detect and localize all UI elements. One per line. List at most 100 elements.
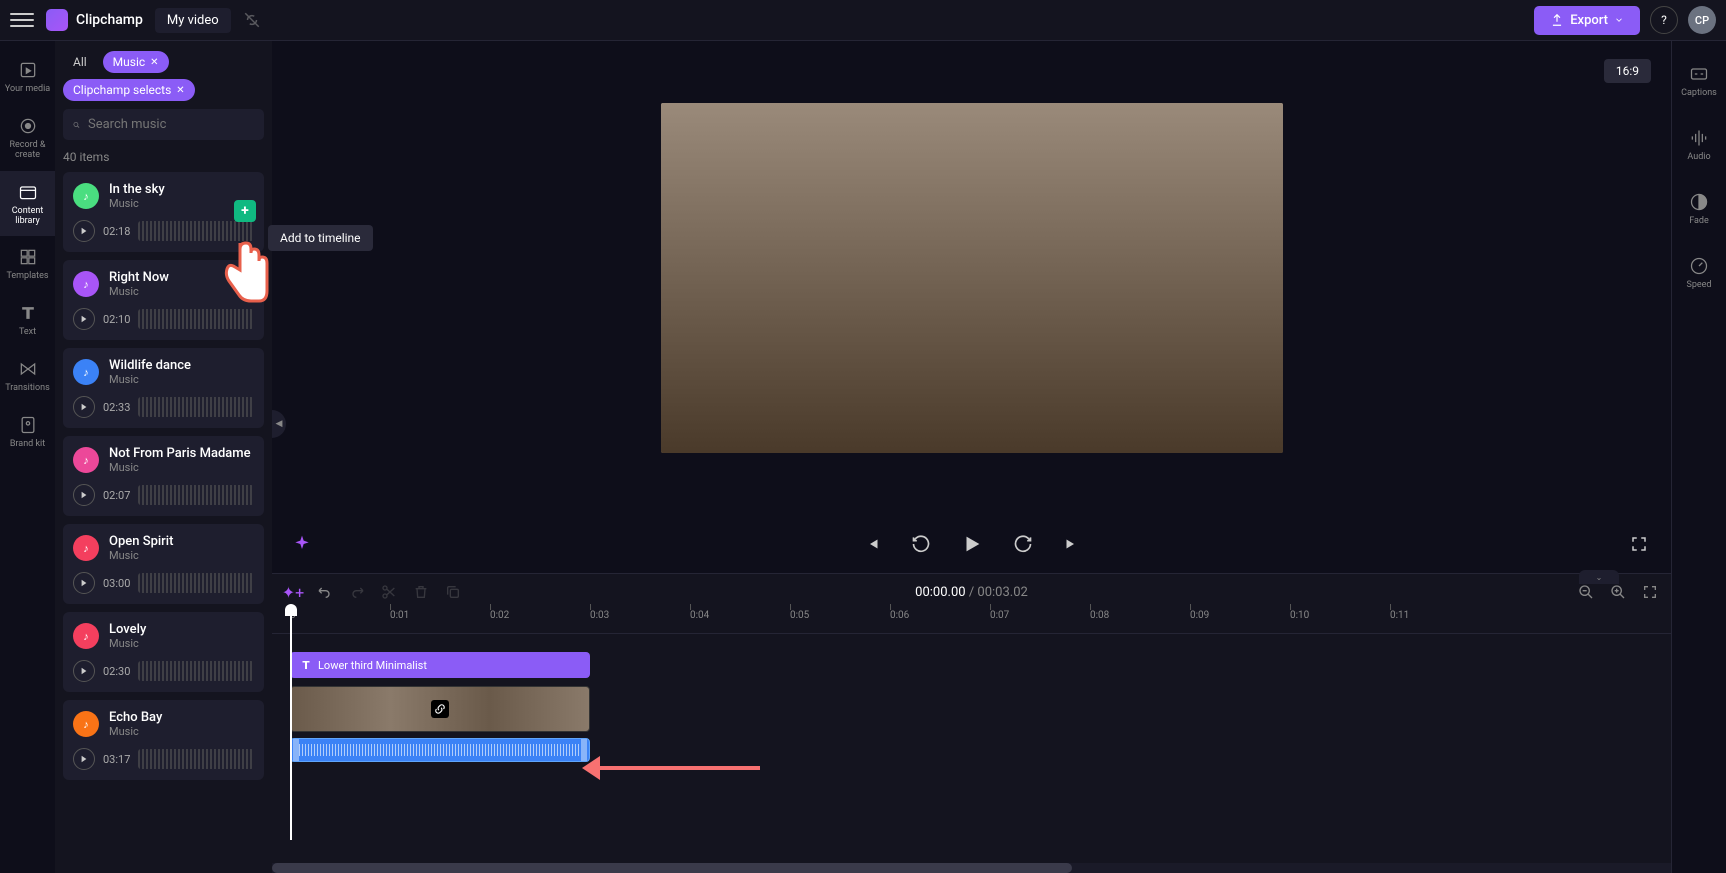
music-item[interactable]: ♪ Open Spirit Music 03:00 bbox=[63, 524, 264, 604]
play-preview-button[interactable] bbox=[73, 484, 95, 506]
play-preview-button[interactable] bbox=[73, 308, 95, 330]
nav-library[interactable]: Content library bbox=[0, 171, 55, 237]
add-to-timeline-button[interactable]: + bbox=[234, 200, 256, 222]
music-category: Music bbox=[109, 637, 146, 650]
filter-chip-music[interactable]: Music ✕ bbox=[103, 51, 169, 73]
zoom-in-button[interactable] bbox=[1609, 583, 1627, 601]
nav-transitions[interactable]: Transitions bbox=[0, 348, 55, 404]
scrollbar-thumb[interactable] bbox=[272, 863, 1072, 873]
music-title: Right Now bbox=[109, 270, 169, 285]
logo-icon bbox=[46, 9, 68, 31]
templates-icon bbox=[17, 246, 39, 268]
ai-sparkle-icon[interactable] bbox=[292, 534, 312, 554]
music-note-icon: ♪ bbox=[73, 711, 99, 737]
text-icon bbox=[300, 659, 312, 671]
nav-brand[interactable]: Brand kit bbox=[0, 404, 55, 460]
preview-video[interactable] bbox=[661, 103, 1283, 453]
tracks-area[interactable]: Lower third Minimalist bbox=[272, 634, 1671, 863]
timecode: 00:00.00 / 00:03.02 bbox=[915, 585, 1028, 600]
music-category: Music bbox=[109, 373, 191, 386]
ruler-tick: 0:09 bbox=[1190, 610, 1209, 621]
ruler-tick: 0:03 bbox=[590, 610, 609, 621]
zoom-fit-button[interactable] bbox=[1641, 583, 1659, 601]
close-icon[interactable]: ✕ bbox=[150, 57, 158, 68]
play-preview-button[interactable] bbox=[73, 220, 95, 242]
arrow-annotation bbox=[582, 756, 760, 780]
music-item[interactable]: ♪ Lovely Music 02:30 bbox=[63, 612, 264, 692]
nav-text[interactable]: Text bbox=[0, 292, 55, 348]
library-icon bbox=[17, 181, 39, 203]
play-preview-button[interactable] bbox=[73, 572, 95, 594]
user-avatar[interactable]: CP bbox=[1688, 6, 1716, 34]
filter-chip-all[interactable]: All bbox=[63, 51, 97, 73]
ruler[interactable]: 00:010:020:030:040:050:060:070:080:090:1… bbox=[272, 610, 1671, 634]
fade-icon bbox=[1688, 191, 1710, 213]
music-item[interactable]: ♪ Wildlife dance Music 02:33 bbox=[63, 348, 264, 428]
forward-button[interactable] bbox=[1011, 532, 1035, 556]
video-title-input[interactable]: My video bbox=[155, 8, 231, 33]
preview-area: 16:9 bbox=[272, 41, 1671, 515]
audio-waveform bbox=[299, 744, 581, 756]
player-controls bbox=[272, 515, 1671, 573]
music-item[interactable]: ♪ Not From Paris Madame Music 02:07 bbox=[63, 436, 264, 516]
ruler-tick: 0:04 bbox=[690, 610, 709, 621]
aspect-ratio-button[interactable]: 16:9 bbox=[1604, 59, 1651, 83]
transitions-icon bbox=[17, 358, 39, 380]
app-name: Clipchamp bbox=[76, 12, 143, 28]
play-button[interactable] bbox=[957, 529, 987, 559]
waveform-preview bbox=[138, 485, 254, 505]
left-sidebar: Your mediaRecord & createContent library… bbox=[0, 41, 55, 873]
horizontal-scrollbar[interactable] bbox=[272, 863, 1671, 873]
media-icon bbox=[17, 59, 39, 81]
add-button[interactable]: ✦+ bbox=[284, 583, 302, 601]
waveform-preview bbox=[138, 573, 254, 593]
music-category: Music bbox=[109, 725, 162, 738]
music-title: Echo Bay bbox=[109, 710, 162, 725]
rnav-fade[interactable]: Fade bbox=[1672, 177, 1726, 241]
nav-templates[interactable]: Templates bbox=[0, 236, 55, 292]
hamburger-menu[interactable] bbox=[10, 8, 34, 32]
play-preview-button[interactable] bbox=[73, 396, 95, 418]
play-preview-button[interactable] bbox=[73, 748, 95, 770]
nav-record[interactable]: Record & create bbox=[0, 105, 55, 171]
upload-icon bbox=[1550, 13, 1564, 27]
play-preview-button[interactable] bbox=[73, 660, 95, 682]
zoom-out-button[interactable] bbox=[1577, 583, 1595, 601]
search-input[interactable] bbox=[88, 117, 254, 132]
help-button[interactable]: ? bbox=[1650, 6, 1678, 34]
clip-handle-left[interactable] bbox=[293, 739, 299, 761]
delete-button[interactable] bbox=[412, 583, 430, 601]
rnav-speed[interactable]: Speed bbox=[1672, 241, 1726, 305]
skip-forward-button[interactable] bbox=[1059, 532, 1083, 556]
app-logo[interactable]: Clipchamp bbox=[46, 9, 143, 31]
music-note-icon: ♪ bbox=[73, 447, 99, 473]
text-clip[interactable]: Lower third Minimalist bbox=[290, 652, 590, 678]
nav-media[interactable]: Your media bbox=[0, 49, 55, 105]
ruler-tick: 0:05 bbox=[790, 610, 809, 621]
filter-chip-selects[interactable]: Clipchamp selects ✕ bbox=[63, 79, 195, 101]
music-category: Music bbox=[109, 549, 173, 562]
video-clip[interactable] bbox=[290, 686, 590, 732]
copy-button[interactable] bbox=[444, 583, 462, 601]
audio-icon bbox=[1688, 127, 1710, 149]
music-note-icon: ♪ bbox=[73, 183, 99, 209]
skip-back-button[interactable] bbox=[861, 532, 885, 556]
rnav-audio[interactable]: Audio bbox=[1672, 113, 1726, 177]
undo-button[interactable] bbox=[316, 583, 334, 601]
music-duration: 03:17 bbox=[103, 753, 130, 766]
fullscreen-button[interactable] bbox=[1627, 532, 1651, 556]
close-icon[interactable]: ✕ bbox=[176, 85, 184, 96]
playhead[interactable] bbox=[290, 610, 292, 840]
music-item[interactable]: ♪ Echo Bay Music 03:17 bbox=[63, 700, 264, 780]
search-box[interactable] bbox=[63, 109, 264, 140]
music-duration: 02:18 bbox=[103, 225, 130, 238]
rewind-button[interactable] bbox=[909, 532, 933, 556]
export-button[interactable]: Export bbox=[1534, 6, 1640, 35]
ruler-tick: 0:06 bbox=[890, 610, 909, 621]
music-title: In the sky bbox=[109, 182, 165, 197]
split-button[interactable] bbox=[380, 583, 398, 601]
rnav-captions[interactable]: Captions bbox=[1672, 49, 1726, 113]
music-title: Wildlife dance bbox=[109, 358, 191, 373]
audio-clip[interactable] bbox=[290, 738, 590, 762]
redo-button[interactable] bbox=[348, 583, 366, 601]
